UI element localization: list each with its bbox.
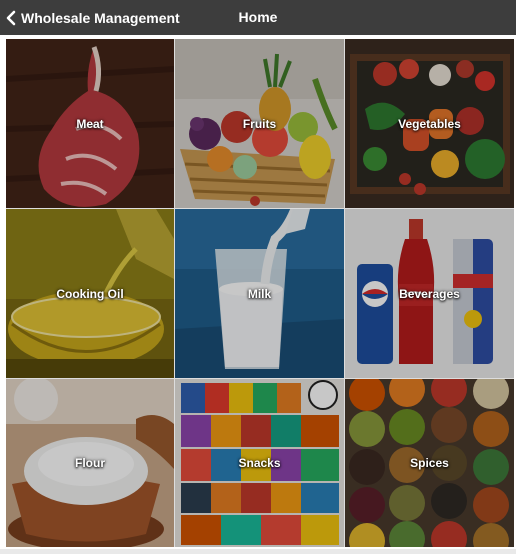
category-tile-snacks[interactable]: Snacks — [175, 379, 344, 547]
category-label: Vegetables — [398, 116, 461, 131]
bottom-edge — [0, 549, 516, 554]
category-tile-cooking-oil[interactable]: Cooking Oil — [6, 209, 174, 378]
category-label: Beverages — [399, 286, 460, 301]
category-label: Fruits — [242, 116, 277, 131]
category-label: Milk — [247, 286, 272, 301]
category-grid-frame: Meat Fruits Vegetables Cooking Oil Milk … — [2, 35, 514, 547]
category-label: Spices — [410, 456, 449, 470]
category-tile-vegetables[interactable]: Vegetables — [345, 39, 514, 208]
category-grid: Meat Fruits Vegetables Cooking Oil Milk … — [6, 39, 514, 547]
category-tile-flour[interactable]: Flour — [6, 379, 174, 547]
category-tile-spices[interactable]: Spices — [345, 379, 514, 547]
top-app-bar: Wholesale Management Home — [0, 0, 516, 35]
category-tile-milk[interactable]: Milk — [175, 209, 344, 378]
category-tile-meat[interactable]: Meat — [6, 39, 174, 208]
back-button-label: Wholesale Management — [21, 9, 180, 26]
chevron-left-icon — [3, 10, 19, 26]
category-tile-fruits[interactable]: Fruits — [175, 39, 344, 208]
category-label: Flour — [75, 456, 105, 470]
category-label: Snacks — [238, 456, 281, 470]
back-button[interactable]: Wholesale Management — [3, 0, 180, 35]
category-label: Meat — [76, 116, 104, 131]
category-tile-beverages[interactable]: Beverages — [345, 209, 514, 378]
category-label: Cooking Oil — [56, 286, 124, 301]
